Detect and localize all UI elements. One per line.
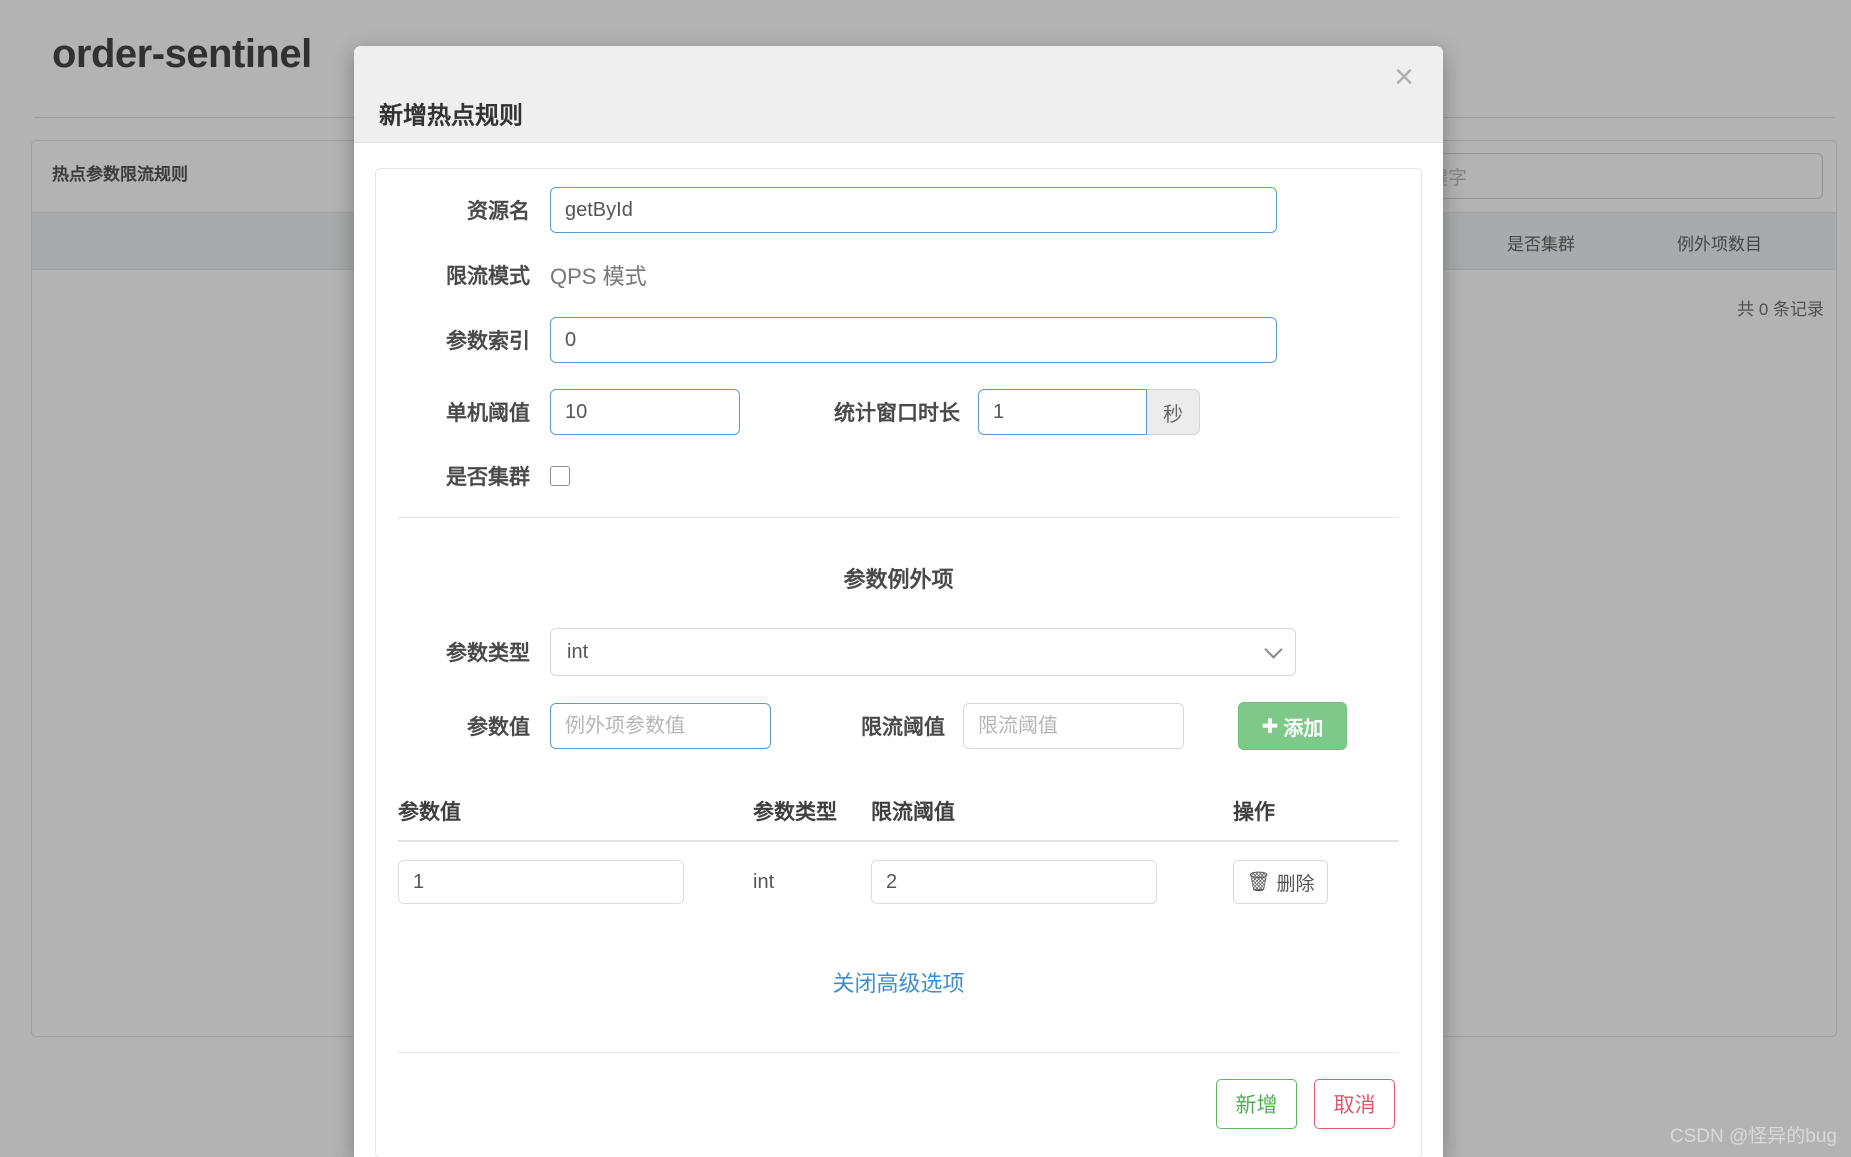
param-type-select-wrapper: int — [550, 628, 1296, 676]
trash-icon: 🗑 — [1246, 872, 1271, 893]
field-row-flow-mode: 限流模式 QPS 模式 — [376, 259, 1421, 291]
exception-table-body: int 🗑 删除 — [398, 841, 1399, 904]
confirm-button[interactable]: 新增 — [1216, 1079, 1297, 1129]
flow-mode-value: QPS 模式 — [550, 264, 647, 289]
field-row-param-type: 参数类型 int — [376, 628, 1421, 676]
advanced-options-wrapper: 关闭高级选项 — [376, 966, 1421, 998]
watermark: CSDN @怪异的bug — [1669, 1126, 1837, 1147]
cell-threshold — [871, 841, 1233, 904]
cell-param-type: int — [753, 841, 871, 904]
dialog-body: 资源名 限流模式 QPS 模式 参数索引 单机阈值 统计窗口时长 秒 — [354, 168, 1443, 1157]
dialog-title: 新增热点规则 — [379, 102, 523, 130]
delete-exception-label: 删除 — [1276, 873, 1315, 895]
window-unit-addon: 秒 — [1147, 389, 1200, 435]
cell-action: 🗑 删除 — [1233, 841, 1399, 904]
toggle-advanced-options-link[interactable]: 关闭高级选项 — [832, 971, 964, 996]
label-param-value: 参数值 — [467, 716, 530, 739]
exception-table-head: 参数值 参数类型 限流阈值 操作 — [398, 796, 1399, 842]
field-row-cluster: 是否集群 — [376, 461, 1421, 491]
cancel-button[interactable]: 取消 — [1314, 1079, 1395, 1129]
exception-col-threshold: 限流阈值 — [871, 796, 1233, 842]
table-row: int 🗑 删除 — [398, 841, 1399, 904]
field-row-param-index: 参数索引 — [376, 317, 1421, 363]
label-flow-mode: 限流模式 — [446, 265, 530, 288]
exception-section-title: 参数例外项 — [843, 567, 954, 592]
label-limit-threshold: 限流阈值 — [861, 716, 945, 739]
dialog-header: 新增热点规则 × — [354, 46, 1443, 143]
label-param-type: 参数类型 — [446, 642, 530, 665]
resource-name-input[interactable] — [550, 187, 1277, 233]
param-index-input[interactable] — [550, 317, 1277, 363]
exception-threshold-input[interactable] — [963, 703, 1184, 749]
param-type-select[interactable]: int — [550, 628, 1296, 676]
label-threshold: 单机阈值 — [446, 402, 530, 425]
row-param-type-text: int — [753, 870, 775, 893]
form-divider — [398, 517, 1399, 518]
plus-icon: ✚ — [1261, 715, 1279, 738]
close-icon[interactable]: × — [1386, 56, 1422, 98]
field-row-threshold-window: 单机阈值 统计窗口时长 秒 — [376, 389, 1421, 435]
label-window: 统计窗口时长 — [834, 402, 960, 425]
label-cluster: 是否集群 — [446, 466, 530, 489]
exception-col-action: 操作 — [1233, 796, 1399, 842]
field-row-exception-entry: 参数值 限流阈值 ✚ 添加 — [376, 702, 1421, 750]
row-threshold-input[interactable] — [871, 860, 1157, 904]
exception-table-header-row: 参数值 参数类型 限流阈值 操作 — [398, 796, 1399, 842]
add-hotspot-rule-dialog: 新增热点规则 × 资源名 限流模式 QPS 模式 参数索引 单机阈值 — [354, 46, 1443, 1157]
exception-col-value: 参数值 — [398, 796, 753, 842]
window-duration-input[interactable] — [978, 389, 1147, 435]
cluster-checkbox[interactable] — [550, 466, 570, 486]
exception-param-value-input[interactable] — [550, 703, 771, 749]
delete-exception-button[interactable]: 🗑 删除 — [1233, 860, 1328, 904]
add-exception-button[interactable]: ✚ 添加 — [1238, 702, 1347, 750]
rule-form-panel: 资源名 限流模式 QPS 模式 参数索引 单机阈值 统计窗口时长 秒 — [375, 168, 1422, 1157]
cell-param-value — [398, 841, 753, 904]
field-row-resource: 资源名 — [376, 187, 1421, 233]
label-param-index: 参数索引 — [446, 330, 530, 353]
label-resource: 资源名 — [467, 200, 530, 223]
add-exception-label: 添加 — [1283, 717, 1324, 740]
exception-col-type: 参数类型 — [753, 796, 871, 842]
row-param-value-input[interactable] — [398, 860, 684, 904]
dialog-footer: 新增 取消 — [376, 1053, 1421, 1157]
exception-table: 参数值 参数类型 限流阈值 操作 int — [398, 796, 1399, 904]
single-threshold-input[interactable] — [550, 389, 740, 435]
